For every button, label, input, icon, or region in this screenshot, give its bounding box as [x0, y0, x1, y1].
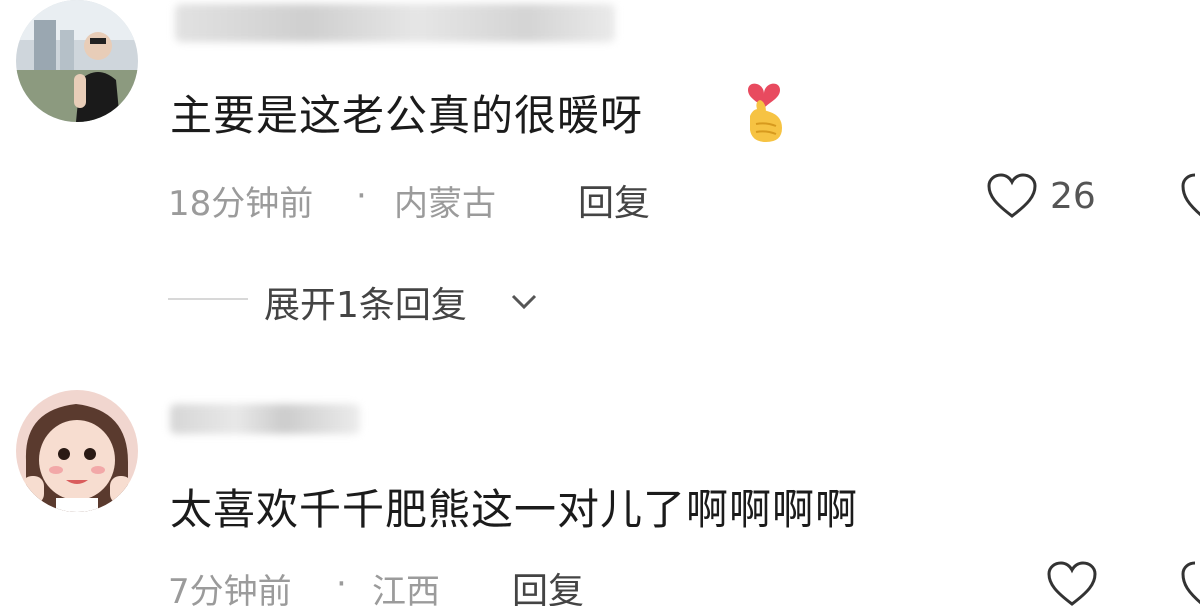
finger-heart-emoji	[748, 83, 782, 142]
avatar[interactable]	[16, 390, 138, 512]
comment-item: 主要是这老公真的很暖呀 18分钟前 · 内蒙古 回复 26 展开1条回复	[0, 0, 1200, 340]
expand-divider	[168, 298, 248, 300]
expand-replies-button[interactable]: 展开1条回复	[264, 276, 467, 328]
meta-separator: ·	[356, 176, 367, 216]
comment-location: 内蒙古	[394, 184, 496, 224]
comment-text: 主要是这老公真的很暖呀	[170, 91, 644, 140]
username-blurred[interactable]	[175, 4, 615, 42]
avatar[interactable]	[16, 0, 138, 122]
comment-location: 江西	[372, 572, 440, 606]
comment-list: 主要是这老公真的很暖呀 18分钟前 · 内蒙古 回复 26 展开1条回复 太喜欢…	[0, 0, 1200, 606]
reply-button[interactable]: 回复	[512, 562, 584, 606]
partial-icon[interactable]	[1180, 560, 1200, 606]
heart-outline-icon[interactable]	[1046, 560, 1098, 606]
comment-time: 18分钟前	[168, 184, 314, 224]
reply-button[interactable]: 回复	[578, 174, 650, 226]
comment-item: 太喜欢千千肥熊这一对儿了啊啊啊啊 7分钟前 · 江西 回复	[0, 390, 1200, 606]
chevron-down-icon[interactable]	[510, 292, 538, 312]
comment-time: 7分钟前	[168, 572, 292, 606]
meta-separator: ·	[336, 564, 347, 604]
heart-outline-icon[interactable]	[986, 172, 1038, 220]
comment-text: 太喜欢千千肥熊这一对儿了啊啊啊啊	[170, 485, 859, 534]
like-count: 26	[1050, 176, 1096, 217]
partial-icon[interactable]	[1180, 172, 1200, 220]
username-blurred[interactable]	[170, 404, 360, 434]
